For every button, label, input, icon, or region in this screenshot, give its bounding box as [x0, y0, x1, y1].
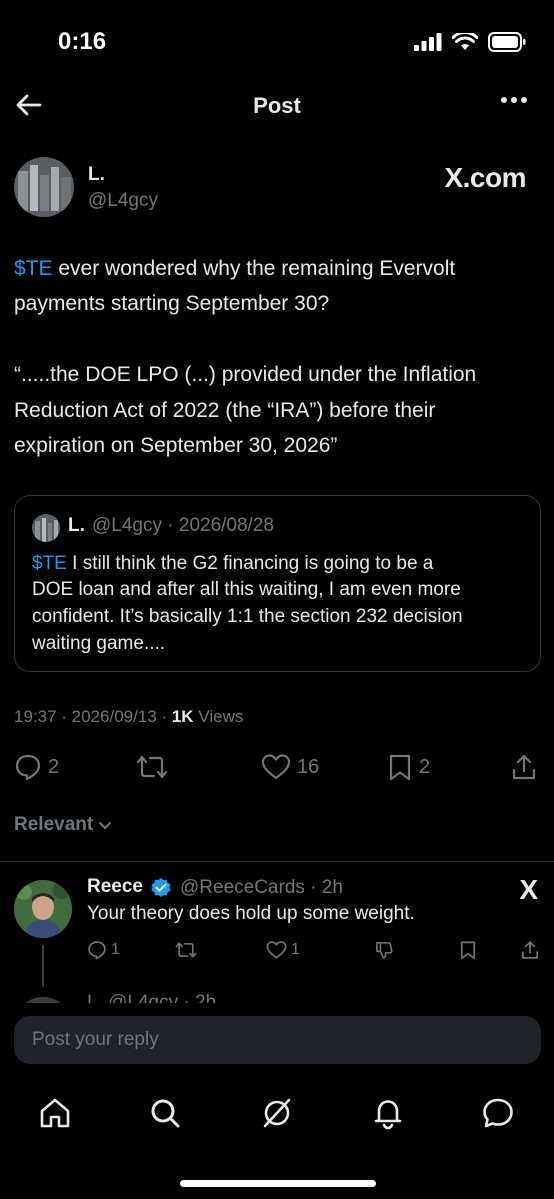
nav-grok[interactable] [259, 1095, 295, 1131]
sort-label: Relevant [14, 814, 94, 835]
bookmark-icon [389, 754, 411, 781]
like-count: 16 [297, 755, 320, 778]
author-name[interactable]: L. [88, 164, 105, 186]
home-indicator [180, 1180, 376, 1187]
reply-like-button[interactable]: 1 [266, 940, 300, 960]
quote-author-meta: @L4gcy · 2026/08/28 [92, 515, 274, 536]
battery-icon [488, 32, 526, 52]
views-label: Views [193, 707, 244, 726]
more-icon [501, 97, 527, 103]
reply-input[interactable] [14, 1016, 541, 1064]
status-icons [414, 32, 526, 52]
quote-text-line: DOE loan and after all this waiting, I a… [32, 579, 461, 600]
bookmark-button[interactable]: 2 [387, 753, 430, 781]
nav-notifications[interactable] [370, 1095, 406, 1131]
reply-share-button[interactable] [520, 940, 540, 960]
views-count: 1K [171, 707, 194, 726]
share-button[interactable] [510, 753, 538, 781]
reply-like-count: 1 [291, 941, 300, 958]
divider [0, 861, 554, 862]
avatar-image [32, 514, 60, 542]
post-text-line: $TE ever wondered why the remaining Ever… [14, 252, 455, 286]
x-logo-icon: X [519, 874, 538, 905]
post-text-line: expiration on September 30, 2026” [14, 434, 338, 457]
nav-messages[interactable] [480, 1095, 516, 1131]
reply-repost-button[interactable] [175, 940, 197, 960]
reply-text: Your theory does hold up some weight. [87, 903, 415, 924]
nav-home[interactable] [37, 1095, 73, 1131]
heart-icon [266, 941, 287, 959]
post-text-line: “.....the DOE LPO (...) provided under t… [14, 363, 477, 386]
author-avatar[interactable] [14, 157, 74, 217]
verified-badge-icon [151, 878, 171, 897]
post-text-line: payments starting September 30? [14, 292, 330, 315]
reply-reply-count: 1 [111, 941, 120, 958]
reply-icon [15, 754, 41, 781]
more-options-button[interactable] [500, 96, 528, 104]
ticker-link[interactable]: $TE [32, 553, 67, 574]
quote-text-line: waiting game.... [32, 633, 166, 654]
avatar-image [14, 880, 72, 938]
quote-author-avatar [32, 514, 60, 542]
grok-icon [263, 1098, 291, 1128]
repost-icon [136, 755, 168, 779]
nav-search[interactable] [147, 1095, 183, 1131]
reply-author-meta: @ReeceCards · 2h [180, 877, 343, 898]
reply-dislike-button[interactable] [374, 940, 394, 960]
reply-icon [88, 941, 106, 960]
page-title: Post [253, 93, 301, 118]
status-time: 0:16 [58, 28, 107, 55]
ticker-link[interactable]: $TE [14, 257, 53, 280]
reply-author-avatar[interactable] [14, 880, 72, 938]
bell-icon [374, 1100, 402, 1130]
repost-button[interactable] [136, 753, 168, 781]
post-timestamp: 19:37 · 2026/09/13 · 1K Views [14, 707, 243, 727]
like-button[interactable]: 16 [261, 753, 319, 781]
avatar-image [14, 157, 74, 217]
reply-author-name[interactable]: Reece [87, 876, 143, 898]
author-handle[interactable]: @L4gcy [88, 190, 158, 212]
share-icon [522, 941, 538, 959]
chevron-down-icon [99, 822, 112, 830]
signal-icon [414, 33, 442, 51]
bookmark-icon [460, 941, 476, 960]
repost-icon [175, 942, 197, 958]
quote-text-segment: I still think the G2 financing is going … [66, 553, 434, 574]
sort-dropdown[interactable]: Relevant [14, 814, 113, 836]
home-icon [40, 1098, 70, 1128]
bookmark-count: 2 [419, 755, 431, 778]
reply-count: 2 [48, 755, 60, 778]
reply-button[interactable]: 2 [14, 753, 59, 781]
reply-reply-button[interactable]: 1 [87, 940, 120, 960]
downvote-icon [376, 942, 393, 959]
quote-author-name: L. [68, 515, 85, 536]
timestamp-text: 19:37 · 2026/09/13 · [14, 707, 172, 726]
quote-text-line: $TE I still think the G2 financing is go… [32, 550, 433, 577]
xcom-logo: X.com [444, 162, 526, 193]
chat-bubble-icon [483, 1098, 513, 1128]
share-icon [512, 754, 536, 780]
wifi-icon [452, 33, 478, 50]
thread-line [42, 945, 44, 987]
quote-text-line: confident. It’s basically 1:1 the sectio… [32, 606, 463, 627]
search-icon [151, 1099, 180, 1128]
reply-bookmark-button[interactable] [459, 940, 477, 960]
post-text-segment: ever wondered why the remaining Evervolt [52, 257, 456, 280]
heart-icon [261, 754, 291, 780]
post-text-line: Reduction Act of 2022 (the “IRA”) before… [14, 399, 436, 422]
